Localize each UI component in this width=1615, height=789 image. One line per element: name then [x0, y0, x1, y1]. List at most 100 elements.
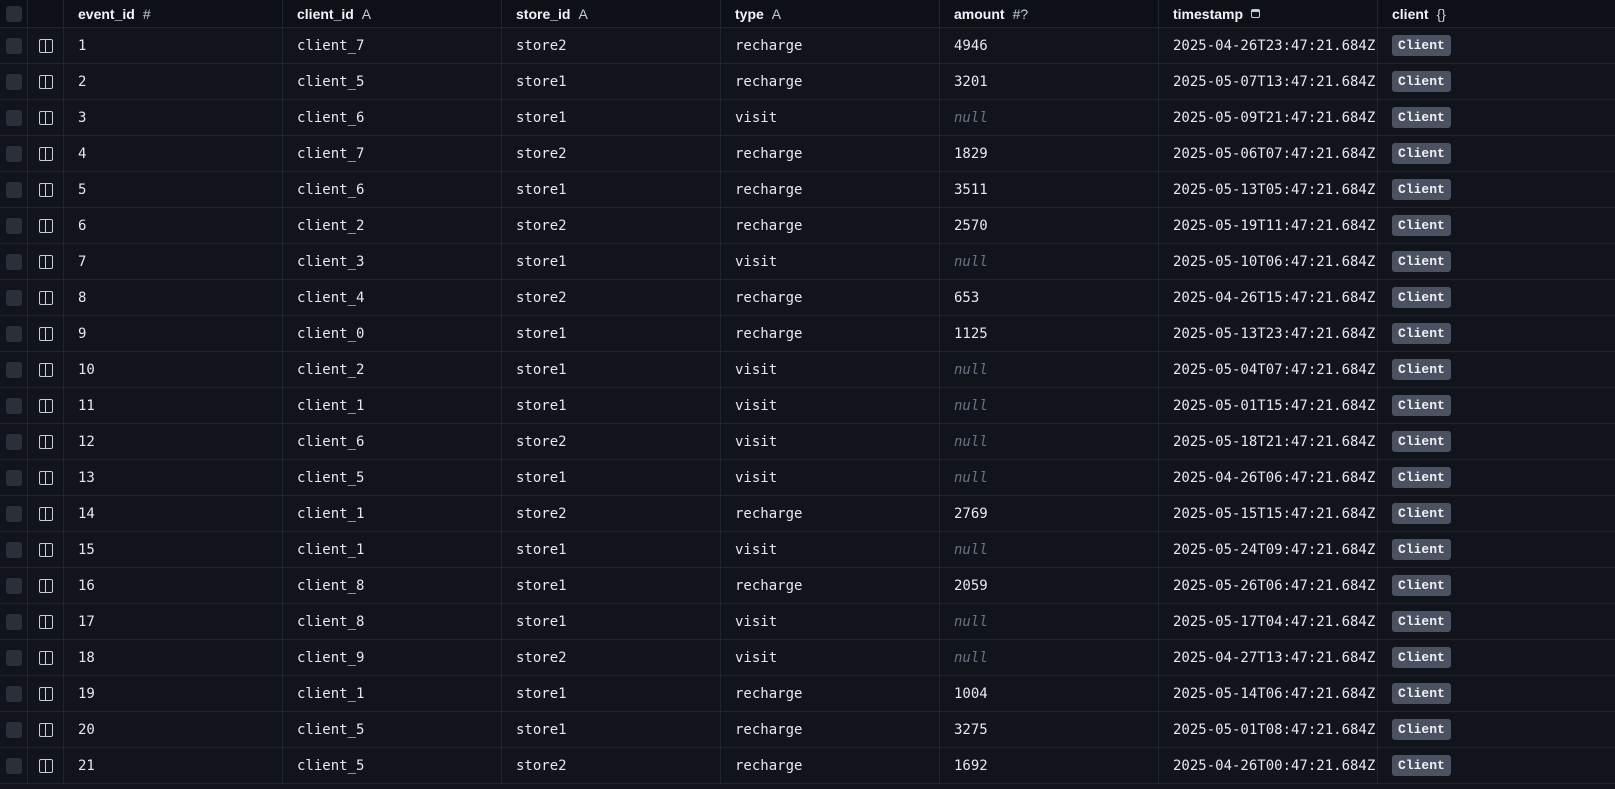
cell-amount[interactable]: 3511 — [940, 172, 1159, 207]
cell-type[interactable]: recharge — [721, 136, 940, 171]
cell-store-id[interactable]: store1 — [502, 64, 721, 99]
cell-amount[interactable]: 4946 — [940, 28, 1159, 63]
cell-client-id[interactable]: client_3 — [283, 244, 502, 279]
cell-client-id[interactable]: client_9 — [283, 640, 502, 675]
cell-store-id[interactable]: store2 — [502, 424, 721, 459]
cell-type[interactable]: recharge — [721, 496, 940, 531]
row-checkbox[interactable] — [5, 649, 22, 666]
cell-timestamp[interactable]: 2025-04-26T00:47:21.684Z — [1159, 748, 1378, 783]
row-checkbox[interactable] — [5, 577, 22, 594]
select-all-checkbox[interactable] — [5, 5, 22, 22]
expand-row-icon[interactable] — [38, 110, 53, 125]
expand-row-icon[interactable] — [38, 650, 53, 665]
row-checkbox[interactable] — [5, 433, 22, 450]
cell-client-id[interactable]: client_7 — [283, 28, 502, 63]
expand-row-icon[interactable] — [38, 758, 53, 773]
cell-event-id[interactable]: 14 — [64, 496, 283, 531]
expand-row-icon[interactable] — [38, 614, 53, 629]
client-relation-badge[interactable]: Client — [1392, 467, 1451, 488]
cell-client-id[interactable]: client_0 — [283, 316, 502, 351]
cell-event-id[interactable]: 16 — [64, 568, 283, 603]
cell-store-id[interactable]: store2 — [502, 748, 721, 783]
cell-type[interactable]: visit — [721, 100, 940, 135]
cell-timestamp[interactable]: 2025-04-26T06:47:21.684Z — [1159, 460, 1378, 495]
cell-store-id[interactable]: store1 — [502, 352, 721, 387]
cell-client-id[interactable]: client_8 — [283, 604, 502, 639]
cell-store-id[interactable]: store2 — [502, 496, 721, 531]
cell-store-id[interactable]: store2 — [502, 28, 721, 63]
table-row[interactable]: 9 client_0 store1 recharge 1125 2025-05-… — [0, 316, 1615, 352]
cell-event-id[interactable]: 7 — [64, 244, 283, 279]
cell-store-id[interactable]: store1 — [502, 460, 721, 495]
expand-row-icon[interactable] — [38, 470, 53, 485]
cell-type[interactable]: visit — [721, 388, 940, 423]
expand-row-icon[interactable] — [38, 434, 53, 449]
cell-type[interactable]: visit — [721, 244, 940, 279]
cell-timestamp[interactable]: 2025-05-09T21:47:21.684Z — [1159, 100, 1378, 135]
expand-row-icon[interactable] — [38, 362, 53, 377]
expand-row-icon[interactable] — [38, 38, 53, 53]
cell-amount[interactable]: 2059 — [940, 568, 1159, 603]
table-row[interactable]: 17 client_8 store1 visit null 2025-05-17… — [0, 604, 1615, 640]
cell-timestamp[interactable]: 2025-05-10T06:47:21.684Z — [1159, 244, 1378, 279]
table-row[interactable]: 5 client_6 store1 recharge 3511 2025-05-… — [0, 172, 1615, 208]
cell-timestamp[interactable]: 2025-05-26T06:47:21.684Z — [1159, 568, 1378, 603]
cell-client-id[interactable]: client_5 — [283, 748, 502, 783]
expand-row-icon[interactable] — [38, 578, 53, 593]
cell-event-id[interactable]: 15 — [64, 532, 283, 567]
cell-store-id[interactable]: store1 — [502, 568, 721, 603]
cell-timestamp[interactable]: 2025-05-13T05:47:21.684Z — [1159, 172, 1378, 207]
cell-store-id[interactable]: store1 — [502, 316, 721, 351]
cell-type[interactable]: recharge — [721, 568, 940, 603]
expand-row-icon[interactable] — [38, 398, 53, 413]
table-row[interactable]: 1 client_7 store2 recharge 4946 2025-04-… — [0, 28, 1615, 64]
cell-store-id[interactable]: store1 — [502, 244, 721, 279]
cell-store-id[interactable]: store1 — [502, 676, 721, 711]
client-relation-badge[interactable]: Client — [1392, 107, 1451, 128]
row-checkbox[interactable] — [5, 217, 22, 234]
row-checkbox[interactable] — [5, 289, 22, 306]
client-relation-badge[interactable]: Client — [1392, 683, 1451, 704]
cell-event-id[interactable]: 18 — [64, 640, 283, 675]
expand-row-icon[interactable] — [38, 182, 53, 197]
client-relation-badge[interactable]: Client — [1392, 431, 1451, 452]
column-header-amount[interactable]: amount #? — [940, 0, 1159, 27]
column-header-timestamp[interactable]: timestamp — [1159, 0, 1378, 27]
cell-event-id[interactable]: 9 — [64, 316, 283, 351]
cell-timestamp[interactable]: 2025-04-26T23:47:21.684Z — [1159, 28, 1378, 63]
cell-timestamp[interactable]: 2025-05-18T21:47:21.684Z — [1159, 424, 1378, 459]
table-row[interactable]: 18 client_9 store2 visit null 2025-04-27… — [0, 640, 1615, 676]
cell-type[interactable]: recharge — [721, 28, 940, 63]
cell-client-id[interactable]: client_5 — [283, 460, 502, 495]
table-row[interactable]: 4 client_7 store2 recharge 1829 2025-05-… — [0, 136, 1615, 172]
client-relation-badge[interactable]: Client — [1392, 35, 1451, 56]
cell-client-id[interactable]: client_5 — [283, 712, 502, 747]
cell-timestamp[interactable]: 2025-04-27T13:47:21.684Z — [1159, 640, 1378, 675]
cell-amount[interactable]: 1692 — [940, 748, 1159, 783]
cell-type[interactable]: recharge — [721, 208, 940, 243]
cell-type[interactable]: recharge — [721, 676, 940, 711]
cell-type[interactable]: visit — [721, 424, 940, 459]
expand-row-icon[interactable] — [38, 290, 53, 305]
cell-client-id[interactable]: client_4 — [283, 280, 502, 315]
client-relation-badge[interactable]: Client — [1392, 503, 1451, 524]
client-relation-badge[interactable]: Client — [1392, 395, 1451, 416]
cell-event-id[interactable]: 19 — [64, 676, 283, 711]
cell-client-id[interactable]: client_6 — [283, 172, 502, 207]
cell-store-id[interactable]: store2 — [502, 208, 721, 243]
cell-event-id[interactable]: 8 — [64, 280, 283, 315]
cell-type[interactable]: visit — [721, 352, 940, 387]
cell-event-id[interactable]: 12 — [64, 424, 283, 459]
cell-type[interactable]: visit — [721, 604, 940, 639]
cell-client-id[interactable]: client_1 — [283, 496, 502, 531]
column-header-store-id[interactable]: store_id A — [502, 0, 721, 27]
expand-row-icon[interactable] — [38, 326, 53, 341]
table-row[interactable]: 13 client_5 store1 visit null 2025-04-26… — [0, 460, 1615, 496]
cell-timestamp[interactable]: 2025-05-15T15:47:21.684Z — [1159, 496, 1378, 531]
table-row[interactable]: 15 client_1 store1 visit null 2025-05-24… — [0, 532, 1615, 568]
cell-amount[interactable]: null — [940, 244, 1159, 279]
cell-amount[interactable]: null — [940, 388, 1159, 423]
cell-event-id[interactable]: 2 — [64, 64, 283, 99]
cell-amount[interactable]: null — [940, 352, 1159, 387]
client-relation-badge[interactable]: Client — [1392, 359, 1451, 380]
